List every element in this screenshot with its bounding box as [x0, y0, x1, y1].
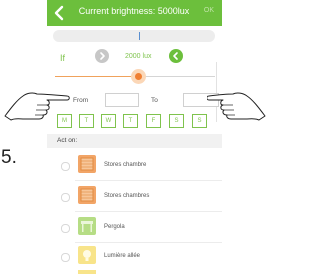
ok-button[interactable]: OK — [204, 7, 214, 14]
slider-thumb[interactable] — [135, 73, 142, 80]
slider-fill — [55, 76, 139, 77]
radio-button[interactable] — [61, 162, 70, 171]
day-toggle-saturday[interactable]: S — [169, 114, 184, 128]
radio-button[interactable] — [61, 224, 70, 233]
pointing-hand-left-icon — [4, 92, 70, 121]
radio-button[interactable] — [61, 193, 70, 202]
blind-icon — [78, 155, 96, 173]
decrease-button[interactable] — [95, 49, 109, 63]
day-toggle-wednesday[interactable]: W — [101, 114, 116, 128]
light-icon — [78, 246, 96, 264]
list-item — [47, 270, 222, 274]
list-item[interactable]: Pergola — [47, 212, 222, 242]
phone-screen: Current brightness: 5000lux OK If 2000 l… — [47, 0, 222, 274]
top-bar: Current brightness: 5000lux OK — [47, 0, 222, 26]
search-input[interactable] — [53, 30, 215, 42]
day-toggle-thursday[interactable]: T — [123, 114, 138, 128]
day-toggle-tuesday[interactable]: T — [79, 114, 94, 128]
list-item[interactable]: Lumière allée — [47, 243, 222, 273]
radio-button[interactable] — [61, 253, 70, 262]
threshold-value: 2000 lux — [125, 53, 152, 60]
text-cursor — [139, 32, 140, 40]
pointing-hand-right-icon — [207, 92, 266, 121]
back-arrow-icon[interactable] — [52, 4, 68, 22]
blind-icon — [78, 186, 96, 204]
item-label: Stores chambre — [104, 162, 147, 168]
act-on-label: Act on: — [57, 137, 78, 144]
item-label: Lumière allée — [104, 253, 141, 259]
increase-button[interactable] — [169, 49, 183, 63]
step-number: 5. — [1, 147, 17, 168]
day-toggle-sunday[interactable]: S — [192, 114, 207, 128]
list-item[interactable]: Stores chambre — [47, 150, 222, 180]
if-label: If — [60, 53, 66, 63]
list-item[interactable]: Stores chambres — [47, 181, 222, 211]
from-label: From — [73, 97, 89, 104]
item-label: Stores chambres — [104, 193, 150, 199]
day-toggle-friday[interactable]: F — [146, 114, 161, 128]
chevron-left-icon — [173, 52, 178, 60]
to-label: To — [151, 97, 158, 104]
pergola-icon — [78, 217, 96, 235]
page-title: Current brightness: 5000lux — [78, 6, 190, 16]
act-on-header: Act on: — [47, 134, 222, 148]
chevron-right-icon — [100, 52, 105, 60]
item-label: Pergola — [104, 224, 125, 230]
from-time-input[interactable] — [105, 93, 139, 107]
light-icon — [78, 270, 96, 274]
